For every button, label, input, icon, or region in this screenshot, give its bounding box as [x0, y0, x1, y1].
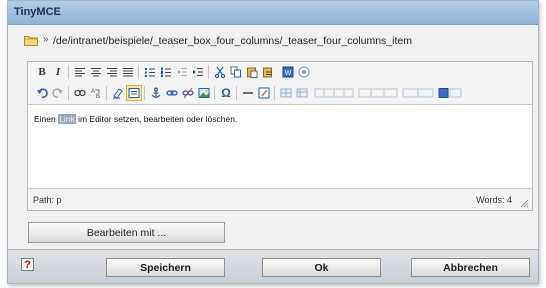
resize-grip-icon[interactable]	[519, 198, 529, 208]
location-row: » /de/intranet/beispiele/_teaser_box_fou…	[24, 34, 524, 50]
help-circle-icon[interactable]	[296, 64, 312, 80]
table-icon[interactable]	[278, 85, 294, 101]
save-button[interactable]: Speichern	[106, 258, 225, 277]
special-char-icon[interactable]: Ω	[218, 85, 234, 101]
table-icon[interactable]	[438, 85, 462, 101]
copy-icon[interactable]	[228, 64, 244, 80]
svg-text:A: A	[91, 89, 95, 95]
redo-icon[interactable]	[50, 85, 66, 101]
window-title: TinyMCE	[14, 6, 61, 18]
find-icon[interactable]	[72, 85, 88, 101]
numbered-list-icon[interactable]	[158, 64, 174, 80]
edit-with-button[interactable]: Bearbeiten mit ...	[28, 222, 225, 243]
file-path: /de/intranet/beispiele/_teaser_box_four_…	[53, 35, 412, 47]
align-justify-icon[interactable]	[120, 64, 136, 80]
cut-icon[interactable]	[212, 64, 228, 80]
align-center-icon[interactable]	[88, 64, 104, 80]
toolbar-separator	[214, 86, 215, 100]
help-icon[interactable]: ?	[21, 258, 34, 271]
path-arrow: »	[43, 34, 49, 45]
edit-icon[interactable]	[256, 85, 272, 101]
align-left-icon[interactable]	[72, 64, 88, 80]
outdent-icon[interactable]	[174, 64, 190, 80]
svg-text:W: W	[285, 70, 292, 77]
text-before-selection: Einen	[34, 114, 59, 124]
ok-button[interactable]: Ok	[262, 258, 381, 277]
replace-icon[interactable]: AB	[88, 85, 104, 101]
paste-word-icon[interactable]: W	[280, 64, 296, 80]
rich-text-editor: B I W AB Ω Einen Link im Editor setzen, …	[27, 61, 533, 211]
table-icon[interactable]	[358, 85, 398, 101]
toolbar-separator	[68, 86, 69, 100]
tinymce-dialog: TinyMCE » /de/intranet/beispiele/_teaser…	[7, 0, 539, 284]
bullet-list-icon[interactable]	[142, 64, 158, 80]
bold-icon[interactable]: B	[34, 64, 50, 80]
anchor-icon[interactable]	[148, 85, 164, 101]
toolbar-row-2: AB Ω	[28, 83, 532, 105]
cleanup-icon[interactable]	[110, 85, 126, 101]
element-path[interactable]: Path: p	[33, 195, 62, 205]
dialog-footer: ? Speichern Ok Abbrechen	[8, 249, 538, 283]
editor-status-bar: Path: p Words: 4	[28, 188, 532, 210]
image-icon[interactable]	[196, 85, 212, 101]
unlink-icon[interactable]	[180, 85, 196, 101]
toolbar-separator	[274, 86, 275, 100]
toolbar-separator	[236, 86, 237, 100]
toolbar-row-1: B I W	[28, 62, 532, 84]
toolbar-separator	[208, 65, 209, 79]
cancel-button[interactable]: Abbrechen	[411, 258, 530, 277]
toolbar-separator	[144, 86, 145, 100]
table-icon[interactable]	[314, 85, 354, 101]
toolbar-separator	[68, 65, 69, 79]
editor-text-line: Einen Link im Editor setzen, bearbeiten …	[34, 114, 237, 124]
editor-content[interactable]: Einen Link im Editor setzen, bearbeiten …	[28, 105, 532, 189]
table-icon[interactable]	[294, 85, 310, 101]
code-icon[interactable]	[126, 85, 142, 101]
title-bar[interactable]: TinyMCE	[8, 1, 538, 25]
link-icon[interactable]	[164, 85, 180, 101]
undo-icon[interactable]	[34, 85, 50, 101]
italic-icon[interactable]: I	[50, 64, 66, 80]
toolbar-separator	[138, 65, 139, 79]
paste-text-icon[interactable]	[260, 64, 276, 80]
indent-icon[interactable]	[190, 64, 206, 80]
word-count: Words: 4	[476, 195, 512, 205]
folder-icon	[24, 35, 38, 46]
paste-icon[interactable]	[244, 64, 260, 80]
selected-link-text[interactable]: Link	[58, 114, 76, 124]
horizontal-rule-icon[interactable]	[240, 85, 256, 101]
table-icon[interactable]	[402, 85, 434, 101]
text-after-selection: im Editor setzen, bearbeiten oder lösche…	[75, 114, 238, 124]
align-right-icon[interactable]	[104, 64, 120, 80]
svg-text:B: B	[96, 94, 100, 99]
toolbar-separator	[106, 86, 107, 100]
